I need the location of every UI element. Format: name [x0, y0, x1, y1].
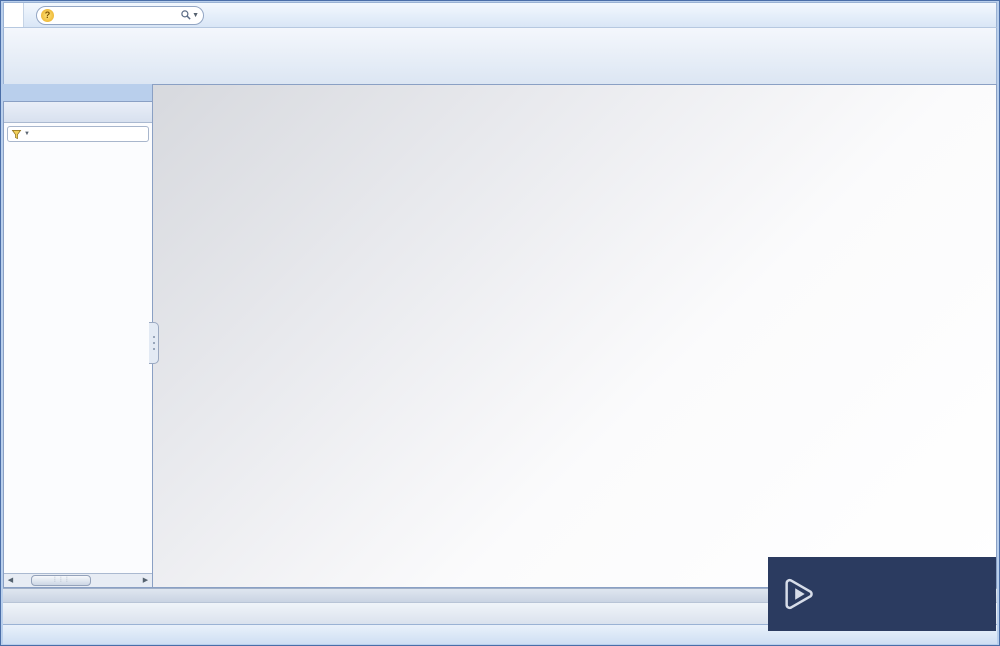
search-icon[interactable] — [180, 9, 192, 21]
ribbon-toolbar — [3, 28, 997, 84]
panel-tabs — [4, 102, 152, 123]
menu-bar: ? ▼ — [3, 2, 997, 28]
scrollbar-thumb[interactable]: ⋮⋮⋮ — [31, 575, 91, 586]
filter-funnel-icon — [11, 129, 22, 139]
feature-tree — [4, 144, 152, 573]
scroll-right-icon[interactable]: ▶ — [139, 575, 152, 586]
search-box[interactable]: ? ▼ — [36, 5, 204, 25]
solidworks-logo — [4, 3, 24, 27]
panel-splitter-handle[interactable] — [149, 322, 159, 364]
scroll-left-icon[interactable]: ◀ — [4, 575, 17, 586]
feature-manager-panel: ▼ ◀ ⋮⋮⋮ ▶ — [3, 101, 153, 588]
tree-horizontal-scrollbar[interactable]: ◀ ⋮⋮⋮ ▶ — [4, 573, 152, 587]
tree-filter-field[interactable]: ▼ — [7, 126, 149, 142]
search-caret-icon[interactable]: ▼ — [192, 12, 199, 19]
filter-caret-icon[interactable]: ▼ — [24, 131, 30, 137]
play-logo-icon — [785, 578, 813, 610]
watermark-overlay — [768, 557, 996, 631]
graphics-viewport[interactable] — [152, 84, 997, 588]
solidworks-window: ? ▼ ▼ ◀ ⋮⋮⋮ ▶ — [0, 0, 1000, 646]
help-bubble-icon: ? — [41, 8, 54, 22]
search-input[interactable] — [57, 8, 181, 22]
